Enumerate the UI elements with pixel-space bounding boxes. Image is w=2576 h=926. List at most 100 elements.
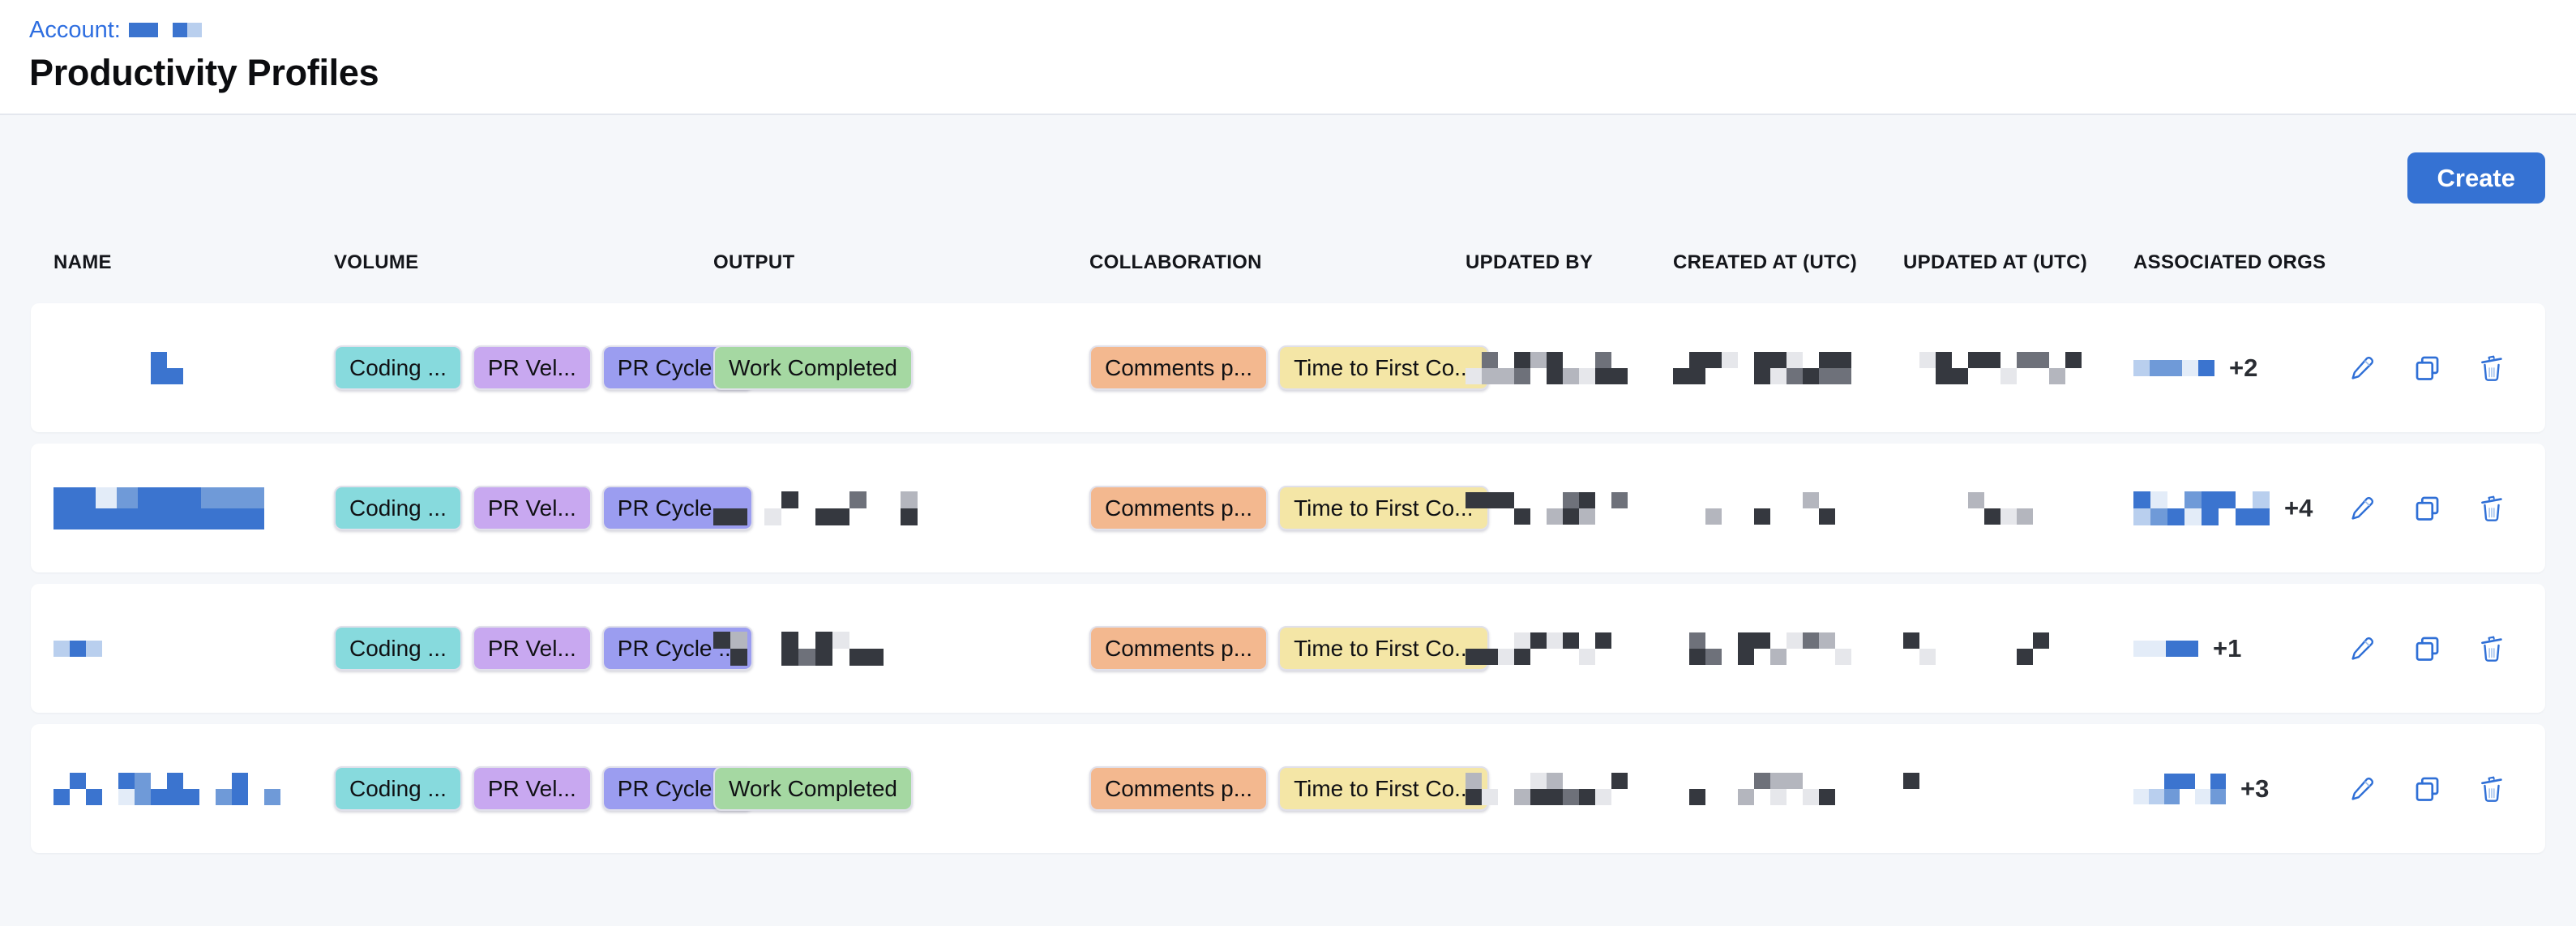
column-header-volume: VOLUME [334, 251, 713, 274]
table-row: Coding ...PR Vel...PR Cycle ... Work Com… [31, 303, 2545, 432]
metric-chip: Comments p... [1089, 345, 1268, 390]
collaboration-chips-cell: Comments p...Time to First Co... [1089, 486, 1466, 530]
redacted-profile-name [53, 352, 183, 384]
output-cell [713, 491, 1089, 525]
updated-by-cell [1466, 632, 1673, 665]
create-button[interactable]: Create [2407, 152, 2546, 204]
associated-orgs-cell: +3 [2133, 774, 2351, 804]
toolbar: Create [0, 115, 2576, 204]
metric-chip: Coding ... [334, 486, 462, 530]
copy-icon [2412, 354, 2441, 383]
trash-icon [2477, 774, 2506, 804]
created-at-cell [1673, 632, 1903, 665]
pencil-icon [2347, 634, 2377, 663]
metric-chip: Comments p... [1089, 766, 1268, 811]
row-actions [2351, 491, 2513, 526]
duplicate-button[interactable] [2412, 350, 2441, 386]
metric-chip: Time to First Co... [1278, 345, 1488, 390]
redacted-profile-name [53, 641, 102, 657]
column-header-collaboration: COLLABORATION [1089, 251, 1466, 274]
volume-chips-cell: Coding ...PR Vel...PR Cycle ... [334, 626, 713, 671]
created-at-cell [1673, 773, 1903, 805]
redacted-updated-at [1903, 632, 2065, 665]
redacted-created-at [1673, 632, 1851, 665]
updated-by-cell [1466, 492, 1673, 525]
row-actions [2351, 771, 2513, 807]
orgs-more-count: +2 [2229, 354, 2257, 383]
metric-chip: PR Vel... [473, 626, 592, 671]
pencil-icon [2347, 774, 2377, 804]
page-title: Productivity Profiles [29, 52, 2547, 94]
updated-by-cell [1466, 352, 1673, 384]
updated-by-cell [1466, 773, 1673, 805]
metric-chip: Time to First Co... [1278, 766, 1488, 811]
orgs-more-count: +1 [2213, 634, 2241, 663]
table-row: Coding ...PR Vel...PR Cycle ... Work Com… [31, 724, 2545, 853]
associated-orgs-cell: +2 [2133, 354, 2351, 383]
name-cell [53, 641, 334, 657]
duplicate-button[interactable] [2412, 771, 2441, 807]
redacted-orgs [2133, 641, 2198, 657]
metric-chip: Work Completed [713, 766, 913, 811]
account-breadcrumb: Account: [29, 16, 2547, 44]
redacted-updated-at [1903, 773, 2000, 805]
account-label: Account: [29, 17, 121, 44]
edit-button[interactable] [2347, 771, 2377, 807]
metric-chip: Comments p... [1089, 486, 1268, 530]
pencil-icon [2347, 354, 2377, 383]
metric-chip: Coding ... [334, 626, 462, 671]
updated-at-cell [1903, 352, 2133, 384]
redacted-orgs [2133, 360, 2214, 376]
name-cell [53, 352, 334, 384]
column-header-updated-at-utc: UPDATED AT (UTC) [1903, 251, 2133, 274]
updated-at-cell [1903, 492, 2133, 525]
edit-button[interactable] [2347, 350, 2377, 386]
table-row: Coding ...PR Vel...PR Cycle ... Comments… [31, 444, 2545, 572]
redacted-created-at [1673, 492, 1851, 525]
associated-orgs-cell: +1 [2133, 634, 2351, 663]
page-header: Account: Productivity Profiles [0, 0, 2576, 115]
associated-orgs-cell: +4 [2133, 491, 2351, 525]
redacted-created-at [1673, 352, 1851, 384]
metric-chip: Time to First Co... [1278, 486, 1488, 530]
row-actions [2351, 350, 2513, 386]
trash-icon [2477, 494, 2506, 523]
collaboration-chips-cell: Comments p...Time to First Co... [1089, 626, 1466, 671]
table-row: Coding ...PR Vel...PR Cycle ... Comments… [31, 584, 2545, 713]
redacted-profile-name [53, 773, 297, 805]
redacted-profile-name [53, 487, 264, 529]
metric-chip: PR Vel... [473, 766, 592, 811]
output-cell: Work Completed [713, 766, 1089, 811]
edit-button[interactable] [2347, 631, 2377, 667]
collaboration-chips-cell: Comments p...Time to First Co... [1089, 766, 1466, 811]
name-cell [53, 773, 334, 805]
delete-button[interactable] [2477, 771, 2506, 807]
delete-button[interactable] [2477, 631, 2506, 667]
column-header-associated-orgs: ASSOCIATED ORGS [2133, 251, 2351, 274]
redacted-orgs [2133, 491, 2270, 525]
duplicate-button[interactable] [2412, 491, 2441, 526]
edit-button[interactable] [2347, 491, 2377, 526]
created-at-cell [1673, 492, 1903, 525]
volume-chips-cell: Coding ...PR Vel...PR Cycle ... [334, 345, 713, 390]
column-header-output: OUTPUT [713, 251, 1089, 274]
orgs-more-count: +3 [2240, 774, 2269, 804]
metric-chip: Time to First Co... [1278, 626, 1488, 671]
copy-icon [2412, 634, 2441, 663]
profiles-panel: Create NAMEVOLUMEOUTPUTCOLLABORATIONUPDA… [0, 115, 2576, 853]
table-header-row: NAMEVOLUMEOUTPUTCOLLABORATIONUPDATED BYC… [31, 251, 2545, 275]
redacted-created-at [1673, 773, 1851, 805]
redacted-orgs [2133, 774, 2226, 804]
profiles-table: Coding ...PR Vel...PR Cycle ... Work Com… [31, 303, 2545, 853]
output-cell [713, 632, 1089, 666]
metric-chip: Comments p... [1089, 626, 1268, 671]
duplicate-button[interactable] [2412, 631, 2441, 667]
redacted-updated-at [1903, 492, 2065, 525]
delete-button[interactable] [2477, 491, 2506, 526]
metric-chip: Coding ... [334, 766, 462, 811]
updated-at-cell [1903, 773, 2133, 805]
redacted-updated-by [1466, 773, 1628, 805]
metric-chip: Coding ... [334, 345, 462, 390]
created-at-cell [1673, 352, 1903, 384]
delete-button[interactable] [2477, 350, 2506, 386]
